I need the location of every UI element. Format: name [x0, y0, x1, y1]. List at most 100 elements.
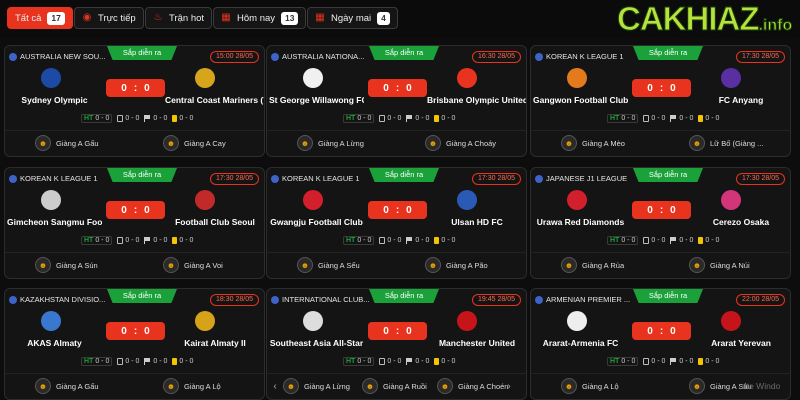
yellow-card-icon — [698, 236, 704, 244]
commentator[interactable]: ☻ Giàng A Sún — [35, 257, 98, 273]
yellow-card-icon — [172, 357, 178, 365]
tab-all[interactable]: Tất cả 17 — [7, 7, 73, 29]
away-team-name[interactable]: Brisbane Olympic United ... — [427, 95, 526, 105]
away-score: 0 — [406, 82, 412, 94]
match-card[interactable]: INTERNATIONAL CLUB... Sắp diễn ra 19:45 … — [266, 288, 527, 400]
tab-count-badge: 4 — [377, 11, 390, 25]
commentator[interactable]: ☻ Giàng A Lừng — [297, 135, 364, 151]
commentator-avatar: ☻ — [561, 378, 577, 394]
commentator[interactable]: ☻ Giàng A Pão — [425, 257, 488, 273]
status-badge: Sắp diễn ra — [369, 289, 439, 303]
commentator-name: Giàng A Lừng — [318, 138, 364, 148]
away-team-name[interactable]: Football Club Seoul — [165, 217, 264, 227]
away-team-name[interactable]: Cerezo Osaka — [691, 217, 790, 227]
halftime-value: 0 - 0 — [357, 236, 372, 244]
home-team-crest-icon — [567, 68, 587, 88]
score-box: 0:0 — [106, 201, 165, 219]
home-team-name[interactable]: Gangwon Football Club — [533, 95, 628, 105]
match-card[interactable]: KAZAKHSTAN DIVISIO... Sắp diễn ra 18:30 … — [4, 288, 265, 400]
match-stats: HT 0 - 0 0 - 0 0 - 0 0 - 0 — [607, 355, 719, 367]
match-card[interactable]: KOREAN K LEAGUE 1 Sắp diễn ra 17:30 28/0… — [530, 45, 791, 157]
tab-hot[interactable]: ♨ Trận hot — [145, 7, 213, 29]
status-badge: Sắp diễn ra — [107, 168, 177, 182]
commentator[interactable]: ☻ Giàng A Sếu — [297, 257, 360, 273]
match-card[interactable]: JAPANESE J1 LEAGUE Sắp diễn ra 17:30 28/… — [530, 167, 791, 279]
commentator[interactable]: ☻ Giàng A Rùa — [561, 257, 624, 273]
commentator[interactable]: ☻ Giàng A Lộ — [163, 378, 221, 394]
match-card[interactable]: AUSTRALIA NATIONA... Sắp diễn ra 16:30 2… — [266, 45, 527, 157]
commentator[interactable]: ☻ Giàng A Lừng — [283, 378, 350, 394]
home-team-name[interactable]: Sydney Olympic — [7, 95, 102, 105]
site-logo[interactable]: CAKHIAZ.info — [616, 1, 792, 43]
home-team-name[interactable]: Gwangju Football Club — [269, 217, 364, 227]
commentator[interactable]: ☻ Giàng A Núi — [689, 257, 750, 273]
flags-value: 0 - 0 — [153, 357, 168, 365]
league-flag-icon — [9, 174, 17, 183]
home-team-name[interactable]: St George Willawong FC — [269, 95, 364, 105]
home-team-crest-icon — [41, 311, 61, 331]
away-team-name[interactable]: Central Coast Mariners (Y... — [165, 95, 264, 105]
corners-value: 0 - 0 — [125, 114, 140, 122]
commentator[interactable]: ☻ Giàng A Voi — [163, 257, 223, 273]
home-score: 0 — [383, 82, 389, 94]
halftime-score: HT 0 - 0 — [607, 235, 639, 245]
divider — [267, 373, 526, 374]
home-team-name[interactable]: Gimcheon Sangmu Footb... — [7, 217, 102, 227]
corners-stat: 0 - 0 — [379, 114, 401, 122]
flag-icon — [406, 357, 413, 365]
commentator-avatar: ☻ — [35, 135, 51, 151]
away-team-name[interactable]: Ulsan HD FC — [427, 217, 526, 227]
corners-stat: 0 - 0 — [379, 357, 401, 365]
halftime-score: HT 0 - 0 — [81, 235, 113, 245]
halftime-value: 0 - 0 — [95, 357, 110, 365]
commentator[interactable]: ☻ Giàng A Mèo — [561, 135, 625, 151]
home-team-name[interactable]: AKAS Almaty — [7, 338, 102, 348]
score-box: 0:0 — [106, 79, 165, 97]
score-box: 0:0 — [368, 79, 427, 97]
halftime-value: 0 - 0 — [95, 114, 110, 122]
away-team-name[interactable]: FC Anyang — [691, 95, 790, 105]
flags-stat: 0 - 0 — [670, 357, 693, 365]
halftime-value: 0 - 0 — [621, 236, 636, 244]
home-team-crest-icon — [567, 311, 587, 331]
league-flag-icon — [535, 295, 543, 304]
away-score: 0 — [144, 204, 150, 216]
away-team-crest-icon — [457, 311, 477, 331]
commentator[interactable]: ☻ Giàng A Cay — [163, 135, 226, 151]
home-team-name[interactable]: Ararat-Armenia FC — [533, 338, 628, 348]
carousel-next-icon[interactable]: › — [504, 381, 514, 393]
tab-today[interactable]: ▦ Hôm nay 13 — [213, 7, 307, 29]
match-card[interactable]: AUSTRALIA NEW SOU... Sắp diễn ra 15:00 2… — [4, 45, 265, 157]
away-team-name[interactable]: Ararat Yerevan — [691, 338, 790, 348]
away-score: 0 — [406, 204, 412, 216]
match-stats: HT 0 - 0 0 - 0 0 - 0 0 - 0 — [343, 112, 455, 124]
commentator[interactable]: ☻ Giàng A Gấu — [35, 378, 99, 394]
league-label: KOREAN K LEAGUE 1 — [20, 174, 98, 183]
match-card[interactable]: KOREAN K LEAGUE 1 Sắp diễn ra 17:30 28/0… — [4, 167, 265, 279]
calendar-icon: ▦ — [315, 12, 325, 23]
commentator[interactable]: ☻ Giàng A Ruồi — [362, 378, 427, 394]
away-team-crest-icon — [721, 68, 741, 88]
commentator[interactable]: ☻ Lữ Bố (Giàng ... — [689, 135, 763, 151]
league-label: INTERNATIONAL CLUB... — [282, 295, 370, 304]
cards-stat: 0 - 0 — [172, 114, 193, 122]
home-team-crest-icon — [303, 68, 323, 88]
home-team-name[interactable]: Urawa Red Diamonds — [533, 217, 628, 227]
match-card[interactable]: KOREAN K LEAGUE 1 Sắp diễn ra 17:30 28/0… — [266, 167, 527, 279]
commentator[interactable]: ☻ Giàng A Lộ — [561, 378, 619, 394]
away-team-name[interactable]: Manchester United — [427, 338, 526, 348]
tab-live[interactable]: ◉ Trực tiếp — [74, 7, 144, 29]
commentator[interactable]: ☻ Giàng A Gấu — [35, 135, 99, 151]
flags-value: 0 - 0 — [153, 236, 168, 244]
commentator-name: Giàng A Sún — [56, 260, 98, 270]
league-flag-icon — [9, 52, 17, 61]
flags-stat: 0 - 0 — [144, 114, 167, 122]
commentator[interactable]: ☻ Giàng A Choén — [437, 378, 508, 394]
commentator[interactable]: ☻ Giàng A Choáy — [425, 135, 496, 151]
tab-tomorrow[interactable]: ▦ Ngày mai 4 — [307, 7, 398, 29]
away-team-name[interactable]: Kairat Almaty II — [165, 338, 264, 348]
home-team-name[interactable]: Southeast Asia All-Star — [269, 338, 364, 348]
carousel-prev-icon[interactable]: ‹ — [270, 381, 280, 393]
corner-icon — [379, 357, 386, 365]
flags-value: 0 - 0 — [679, 114, 694, 122]
